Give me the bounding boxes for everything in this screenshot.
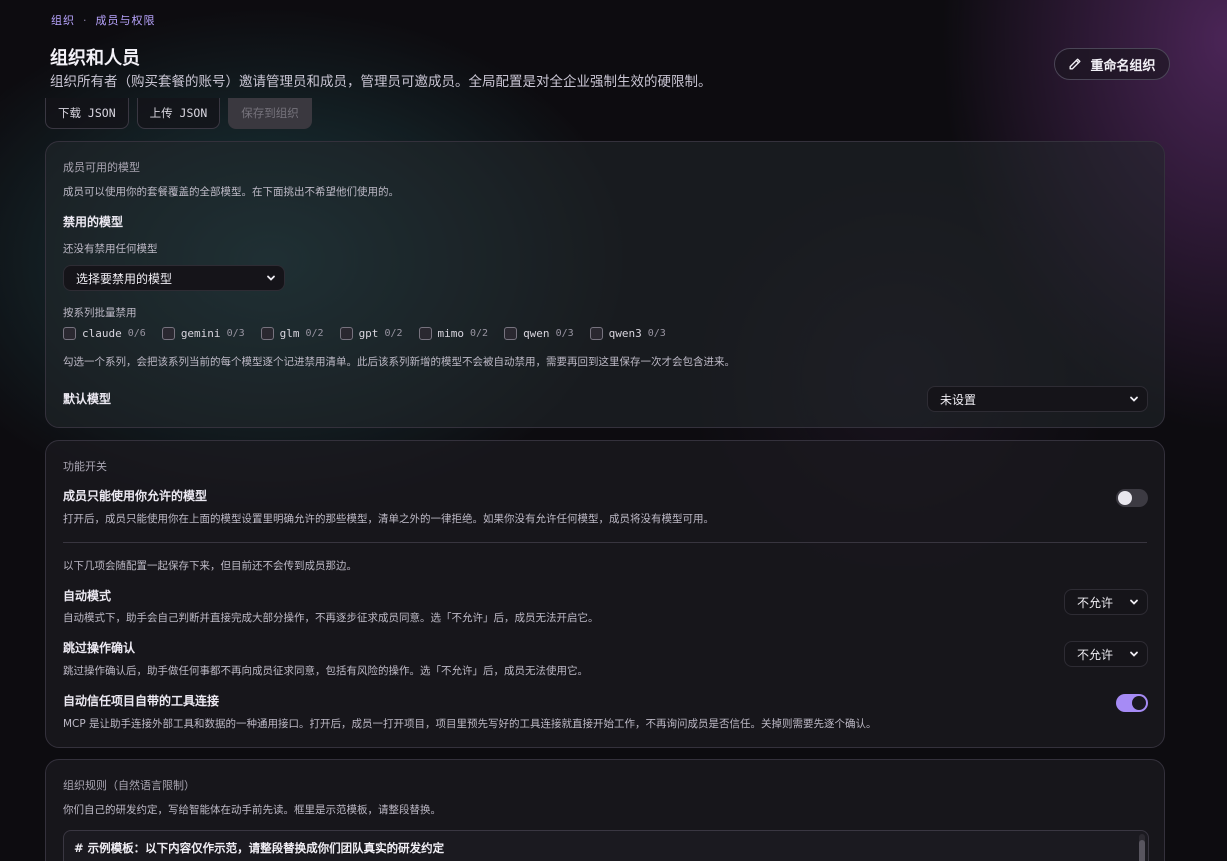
features-card: 功能开关 成员只能使用你允许的模型 打开后，成员只能使用你在上面的模型设置里明确… — [45, 440, 1165, 748]
rules-section-label: 组织规则（自然语言限制） — [63, 779, 195, 792]
breadcrumb-item-members[interactable]: 成员与权限 — [96, 14, 156, 27]
textarea-scrollbar[interactable] — [1139, 834, 1145, 861]
family-count: 0/2 — [470, 328, 489, 339]
trust-tools-toggle[interactable] — [1116, 694, 1148, 712]
family-checkbox-qwen[interactable]: qwen 0/3 — [504, 327, 574, 340]
breadcrumb: 组织 · 成员与权限 — [51, 12, 156, 28]
family-checkbox-qwen3[interactable]: qwen3 0/3 — [589, 327, 666, 340]
family-count: 0/3 — [647, 328, 666, 339]
allowlist-toggle[interactable] — [1116, 489, 1148, 507]
page-subtitle: 组织所有者（购买套餐的账号）邀请管理员和成员，管理员可邀成员。全局配置是对全企业… — [50, 74, 712, 90]
download-json-button[interactable]: 下载 JSON — [45, 98, 129, 129]
toggle-knob — [1118, 491, 1132, 505]
save-to-org-button[interactable]: 保存到组织 — [228, 98, 312, 129]
scrollbar-thumb[interactable] — [1139, 840, 1145, 861]
rules-textarea-value: # 示例模板：以下内容仅作示范，请整段替换成你们团队真实的研发约定 — [74, 841, 445, 855]
family-checkbox-gemini[interactable]: gemini 0/3 — [161, 327, 245, 340]
family-disable-label: 按系列批量禁用 — [63, 307, 137, 319]
rules-description: 你们自己的研发约定，写给智能体在动手前先读。框里是示范模板，请整段替换。 — [63, 804, 441, 816]
rename-org-label: 重命名组织 — [1090, 58, 1156, 74]
checkbox[interactable] — [339, 327, 353, 340]
skip-confirm-select-value: 不允许 — [1077, 647, 1114, 662]
checkbox[interactable] — [504, 327, 518, 340]
family-checkbox-claude[interactable]: claude 0/6 — [63, 327, 146, 340]
trust-tools-description: MCP 是让助手连接外部工具和数据的一种通用接口。打开后，成员一打开项目，项目里… — [63, 718, 877, 730]
family-name: gemini — [180, 327, 221, 340]
allowlist-title: 成员只能使用你允许的模型 — [63, 489, 208, 503]
default-model-select-value: 未设置 — [940, 392, 977, 407]
checkbox[interactable] — [63, 327, 76, 340]
breadcrumb-item-org[interactable]: 组织 — [51, 14, 75, 27]
disabled-model-select-value: 选择要禁用的模型 — [76, 271, 173, 286]
page-title: 组织和人员 — [50, 48, 140, 69]
family-name: qwen3 — [608, 327, 642, 340]
json-toolbar: 下载 JSON 上传 JSON 保存到组织 — [45, 98, 312, 129]
skip-confirm-title: 跳过操作确认 — [63, 641, 136, 655]
family-name: gpt — [358, 327, 379, 340]
family-name: glm — [279, 327, 300, 340]
family-name: mimo — [437, 327, 465, 340]
checkbox[interactable] — [161, 327, 175, 340]
trust-tools-title: 自动信任项目自带的工具连接 — [63, 694, 220, 708]
family-checkbox-list: claude 0/6 gemini 0/3 glm 0/2 gpt 0/2 mimo 0/… — [63, 327, 666, 340]
divider — [63, 542, 1147, 543]
family-name: claude — [82, 327, 122, 340]
family-name: qwen — [523, 327, 550, 340]
breadcrumb-separator: · — [83, 14, 88, 27]
checkbox[interactable] — [589, 327, 603, 340]
features-section-label: 功能开关 — [63, 460, 107, 473]
disabled-model-select[interactable]: 选择要禁用的模型 — [63, 265, 285, 291]
default-model-label: 默认模型 — [63, 392, 112, 406]
family-count: 0/6 — [127, 328, 146, 339]
chevron-down-icon — [1130, 651, 1138, 657]
auto-mode-title: 自动模式 — [63, 589, 112, 603]
upload-json-button[interactable]: 上传 JSON — [136, 98, 221, 129]
family-count: 0/2 — [305, 328, 324, 339]
family-checkbox-mimo[interactable]: mimo 0/2 — [418, 327, 489, 340]
models-description: 成员可以使用你的套餐覆盖的全部模型。在下面挑出不希望他们使用的。 — [63, 186, 399, 198]
default-model-select[interactable]: 未设置 — [927, 386, 1148, 412]
skip-confirm-select[interactable]: 不允许 — [1064, 641, 1148, 667]
chevron-down-icon — [267, 275, 275, 281]
family-count: 0/2 — [384, 328, 403, 339]
family-checkbox-glm[interactable]: glm 0/2 — [260, 327, 324, 340]
chevron-down-icon — [1130, 396, 1138, 402]
auto-mode-description: 自动模式下，助手会自己判断并直接完成大部分操作，不再逐步征求成员同意。选「不允许… — [63, 612, 599, 624]
family-checkbox-gpt[interactable]: gpt 0/2 — [339, 327, 403, 340]
allowlist-description: 打开后，成员只能使用你在上面的模型设置里明确允许的那些模型，清单之外的一律拒绝。… — [63, 513, 714, 525]
models-section-label: 成员可用的模型 — [63, 161, 140, 174]
skip-confirm-description: 跳过操作确认后，助手做任何事都不再向成员征求同意，包括有风险的操作。选「不允许」… — [63, 665, 588, 677]
pending-sync-note: 以下几项会随配置一起保存下来，但目前还不会传到成员那边。 — [63, 560, 357, 572]
disabled-models-empty: 还没有禁用任何模型 — [63, 243, 158, 255]
models-card: 成员可用的模型 成员可以使用你的套餐覆盖的全部模型。在下面挑出不希望他们使用的。… — [45, 141, 1165, 428]
checkbox[interactable] — [260, 327, 274, 340]
rules-card: 组织规则（自然语言限制） 你们自己的研发约定，写给智能体在动手前先读。框里是示范… — [45, 759, 1165, 861]
auto-mode-select[interactable]: 不允许 — [1064, 589, 1148, 615]
rename-org-button[interactable]: 重命名组织 — [1054, 48, 1170, 80]
family-count: 0/3 — [226, 328, 245, 339]
family-note: 勾选一个系列，会把该系列当前的每个模型逐个记进禁用清单。此后该系列新增的模型不会… — [63, 356, 735, 368]
auto-mode-select-value: 不允许 — [1077, 595, 1114, 610]
disabled-models-title: 禁用的模型 — [63, 215, 124, 229]
rules-textarea[interactable]: # 示例模板：以下内容仅作示范，请整段替换成你们团队真实的研发约定 — [63, 830, 1149, 861]
pencil-icon — [1069, 58, 1081, 70]
checkbox[interactable] — [418, 327, 432, 340]
chevron-down-icon — [1130, 599, 1138, 605]
family-count: 0/3 — [555, 328, 574, 339]
toggle-knob — [1132, 696, 1146, 710]
